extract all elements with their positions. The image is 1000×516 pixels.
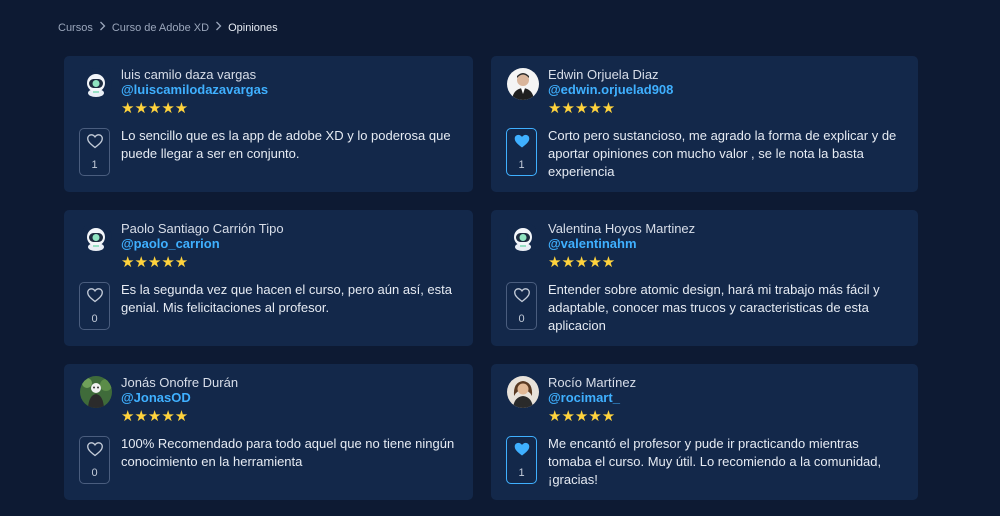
heart-outline-icon bbox=[513, 287, 531, 308]
reviewer-name: Edwin Orjuela Diaz bbox=[548, 67, 659, 82]
like-count: 0 bbox=[91, 313, 98, 325]
chevron-right-icon bbox=[215, 21, 222, 34]
astronaut-avatar-icon bbox=[507, 222, 539, 254]
like-count: 0 bbox=[518, 313, 525, 325]
review-comment: 100% Recomendado para todo aquel que no … bbox=[121, 436, 455, 469]
review-comment: Entender sobre atomic design, hará mi tr… bbox=[548, 282, 880, 333]
heart-outline-icon bbox=[86, 287, 104, 308]
reviewer-handle[interactable]: @rocimart_ bbox=[548, 390, 620, 405]
like-button[interactable]: 0 bbox=[79, 282, 110, 330]
rating-stars: ★★★★★ bbox=[548, 254, 616, 271]
user-photo-avatar-icon bbox=[507, 376, 539, 408]
breadcrumb-link-cursos[interactable]: Cursos bbox=[58, 22, 93, 34]
reviewer-handle[interactable]: @JonasOD bbox=[121, 390, 191, 405]
review-card: Valentina Hoyos Martinez @valentinahm ★★… bbox=[491, 210, 918, 346]
breadcrumb: Cursos Curso de Adobe XD Opiniones bbox=[58, 21, 278, 34]
like-count: 1 bbox=[518, 467, 525, 479]
reviewer-name: Paolo Santiago Carrión Tipo bbox=[121, 221, 284, 236]
rating-stars: ★★★★★ bbox=[548, 100, 616, 117]
reviewer-handle[interactable]: @valentinahm bbox=[548, 236, 637, 251]
astronaut-avatar-icon bbox=[80, 222, 112, 254]
review-card: Paolo Santiago Carrión Tipo @paolo_carri… bbox=[64, 210, 473, 346]
like-button[interactable]: 1 bbox=[506, 436, 537, 484]
heart-filled-icon bbox=[513, 441, 531, 462]
like-button[interactable]: 1 bbox=[506, 128, 537, 176]
like-button[interactable]: 1 bbox=[79, 128, 110, 176]
heart-outline-icon bbox=[86, 441, 104, 462]
rating-stars: ★★★★★ bbox=[121, 408, 189, 425]
reviewer-handle[interactable]: @paolo_carrion bbox=[121, 236, 220, 251]
rating-stars: ★★★★★ bbox=[121, 100, 189, 117]
reviewer-name: Rocío Martínez bbox=[548, 375, 637, 390]
user-photo-avatar-icon bbox=[507, 68, 539, 100]
review-comment: Lo sencillo que es la app de adobe XD y … bbox=[121, 128, 451, 161]
rating-stars: ★★★★★ bbox=[121, 254, 189, 271]
like-button[interactable]: 0 bbox=[506, 282, 537, 330]
astronaut-avatar-icon bbox=[80, 68, 112, 100]
breadcrumb-link-course[interactable]: Curso de Adobe XD bbox=[112, 22, 209, 34]
chevron-right-icon bbox=[99, 21, 106, 34]
reviewer-name: Jonás Onofre Durán bbox=[121, 375, 239, 390]
review-comment: Corto pero sustancioso, me agrado la for… bbox=[548, 128, 897, 179]
reviewer-name: Valentina Hoyos Martinez bbox=[548, 221, 696, 236]
user-photo-avatar-icon bbox=[80, 376, 112, 408]
reviewer-name: luis camilo daza vargas bbox=[121, 67, 257, 82]
reviews-grid: luis camilo daza vargas @luiscamilodazav… bbox=[64, 56, 918, 500]
review-card: Rocío Martínez @rocimart_ ★★★★★ 1 Me enc… bbox=[491, 364, 918, 500]
reviewer-handle[interactable]: @edwin.orjuelad908 bbox=[548, 82, 673, 97]
breadcrumb-current: Opiniones bbox=[228, 21, 278, 34]
like-count: 1 bbox=[518, 159, 525, 171]
reviewer-handle[interactable]: @luiscamilodazavargas bbox=[121, 82, 268, 97]
review-comment: Me encantó el profesor y pude ir practic… bbox=[548, 436, 882, 487]
heart-filled-icon bbox=[513, 133, 531, 154]
review-card: luis camilo daza vargas @luiscamilodazav… bbox=[64, 56, 473, 192]
like-count: 0 bbox=[91, 467, 98, 479]
review-card: Jonás Onofre Durán @JonasOD ★★★★★ 0 100%… bbox=[64, 364, 473, 500]
review-card: Edwin Orjuela Diaz @edwin.orjuelad908 ★★… bbox=[491, 56, 918, 192]
rating-stars: ★★★★★ bbox=[548, 408, 616, 425]
heart-outline-icon bbox=[86, 133, 104, 154]
like-button[interactable]: 0 bbox=[79, 436, 110, 484]
like-count: 1 bbox=[91, 159, 98, 171]
review-comment: Es la segunda vez que hacen el curso, pe… bbox=[121, 282, 452, 315]
